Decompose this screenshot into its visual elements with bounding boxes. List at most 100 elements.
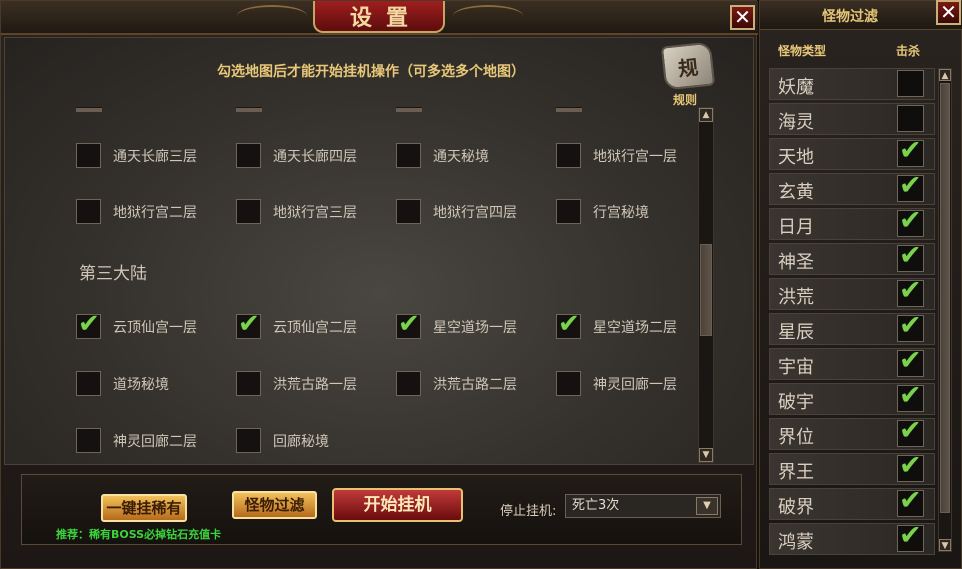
kill-checkbox[interactable]: ✔ xyxy=(897,135,924,167)
map-label: 通天长廊三层 xyxy=(113,149,197,165)
column-header-kill: 击杀 xyxy=(896,44,921,58)
map-list-panel xyxy=(4,37,754,465)
filter-title: 怪物过滤 xyxy=(822,9,878,25)
kill-checkbox[interactable]: ✔ xyxy=(897,415,924,447)
recommend-tip: 推荐：稀有BOSS必掉钻石充值卡 xyxy=(56,528,222,541)
monster-name: 洪荒 xyxy=(778,287,814,308)
stop-condition-dropdown[interactable]: 死亡3次 ▼ xyxy=(565,494,721,518)
map-checkbox[interactable]: ✔ xyxy=(76,199,101,224)
check-icon: ✔ xyxy=(899,205,922,236)
filter-close-button[interactable]: ✕ xyxy=(936,0,961,25)
close-icon: ✕ xyxy=(940,0,957,24)
map-checkbox[interactable]: ✔ xyxy=(396,309,421,339)
map-checkbox[interactable]: ✔ xyxy=(236,199,261,224)
map-label: 星空道场二层 xyxy=(593,320,677,336)
stop-condition-value: 死亡3次 xyxy=(572,498,620,513)
map-checkbox[interactable]: ✔ xyxy=(556,371,581,396)
map-checkbox[interactable]: ✔ xyxy=(396,143,421,168)
kill-checkbox[interactable]: ✔ xyxy=(897,310,924,342)
column-header-type: 怪物类型 xyxy=(778,44,827,58)
monster-name: 鸿蒙 xyxy=(778,532,814,553)
cut-off-checkbox xyxy=(76,107,102,112)
check-icon: ✔ xyxy=(899,415,922,446)
check-icon: ✔ xyxy=(899,275,922,306)
check-icon: ✔ xyxy=(899,310,922,341)
kill-checkbox[interactable]: ✔ xyxy=(897,520,924,552)
check-icon: ✔ xyxy=(238,309,260,339)
map-list-scrollbar[interactable]: ▲ ▼ xyxy=(698,107,714,463)
map-checkbox[interactable]: ✔ xyxy=(236,371,261,396)
kill-checkbox[interactable]: ✔ xyxy=(897,485,924,517)
monster-name: 玄黄 xyxy=(778,182,814,203)
scroll-thumb[interactable] xyxy=(700,244,712,336)
kill-checkbox[interactable]: ✔ xyxy=(897,70,924,97)
map-checkbox[interactable]: ✔ xyxy=(556,199,581,224)
filter-scrollbar[interactable]: ▲ ▼ xyxy=(938,68,952,552)
map-checkbox[interactable]: ✔ xyxy=(396,371,421,396)
map-label: 回廊秘境 xyxy=(273,434,329,450)
map-label: 神灵回廊二层 xyxy=(113,434,197,450)
kill-checkbox[interactable]: ✔ xyxy=(897,275,924,307)
monster-name: 天地 xyxy=(778,147,814,168)
ornament-right xyxy=(453,5,523,27)
kill-checkbox[interactable]: ✔ xyxy=(897,380,924,412)
monster-name: 破宇 xyxy=(778,392,814,413)
close-button[interactable]: ✕ xyxy=(730,5,755,30)
map-label: 地狱行宫三层 xyxy=(273,205,357,221)
kill-checkbox[interactable]: ✔ xyxy=(897,105,924,132)
check-icon: ✔ xyxy=(899,450,922,481)
map-label: 通天长廊四层 xyxy=(273,149,357,165)
rules-scroll-icon[interactable]: 规 xyxy=(660,41,716,91)
kill-checkbox[interactable]: ✔ xyxy=(897,170,924,202)
monster-name: 海灵 xyxy=(778,112,814,133)
cut-off-checkbox xyxy=(396,107,422,112)
monster-name: 神圣 xyxy=(778,252,814,273)
map-checkbox[interactable]: ✔ xyxy=(76,143,101,168)
cut-off-checkbox xyxy=(236,107,262,112)
notice-text: 勾选地图后才能开始挂机操作（可多选多个地图） xyxy=(217,64,525,80)
rare-hangup-button[interactable]: 一键挂稀有 xyxy=(101,494,187,522)
kill-checkbox[interactable]: ✔ xyxy=(897,345,924,377)
monster-name: 界王 xyxy=(778,462,814,483)
settings-title-bar: 设置 xyxy=(1,1,758,35)
map-checkbox[interactable]: ✔ xyxy=(236,428,261,453)
check-icon: ✔ xyxy=(899,135,922,166)
monster-name: 界位 xyxy=(778,427,814,448)
map-checkbox[interactable]: ✔ xyxy=(556,309,581,339)
scroll-up-icon[interactable]: ▲ xyxy=(699,108,713,122)
close-icon: ✕ xyxy=(734,5,751,29)
map-label: 洪荒古路一层 xyxy=(273,377,357,393)
scroll-up-icon[interactable]: ▲ xyxy=(939,69,951,81)
check-icon: ✔ xyxy=(899,240,922,271)
check-icon: ✔ xyxy=(899,170,922,201)
map-checkbox[interactable]: ✔ xyxy=(556,143,581,168)
start-hangup-button[interactable]: 开始挂机 xyxy=(332,488,463,522)
filter-scroll-thumb[interactable] xyxy=(940,83,950,513)
check-icon: ✔ xyxy=(78,309,100,339)
check-icon: ✔ xyxy=(899,380,922,411)
map-checkbox[interactable]: ✔ xyxy=(236,143,261,168)
filter-title-bar: 怪物过滤 xyxy=(760,1,962,30)
kill-checkbox[interactable]: ✔ xyxy=(897,205,924,237)
map-label: 地狱行宫四层 xyxy=(433,205,517,221)
map-label: 地狱行宫一层 xyxy=(593,149,677,165)
map-checkbox[interactable]: ✔ xyxy=(76,371,101,396)
map-label: 云顶仙宫一层 xyxy=(113,320,197,336)
check-icon: ✔ xyxy=(558,309,580,339)
map-checkbox[interactable]: ✔ xyxy=(76,309,101,339)
map-checkbox[interactable]: ✔ xyxy=(396,199,421,224)
kill-checkbox[interactable]: ✔ xyxy=(897,240,924,272)
scroll-down-icon[interactable]: ▼ xyxy=(699,448,713,462)
map-label: 星空道场一层 xyxy=(433,320,517,336)
monster-filter-button[interactable]: 怪物过滤 xyxy=(232,491,317,519)
rules-label[interactable]: 规则 xyxy=(673,91,697,108)
map-checkbox[interactable]: ✔ xyxy=(76,428,101,453)
map-label: 地狱行宫二层 xyxy=(113,205,197,221)
title-plate: 设置 xyxy=(313,1,445,33)
map-checkbox[interactable]: ✔ xyxy=(236,309,261,339)
kill-checkbox[interactable]: ✔ xyxy=(897,450,924,482)
chevron-down-icon[interactable]: ▼ xyxy=(696,497,718,515)
scroll-down-icon[interactable]: ▼ xyxy=(939,539,951,551)
window-title: 设置 xyxy=(349,5,422,31)
monster-name: 宇宙 xyxy=(778,357,814,378)
